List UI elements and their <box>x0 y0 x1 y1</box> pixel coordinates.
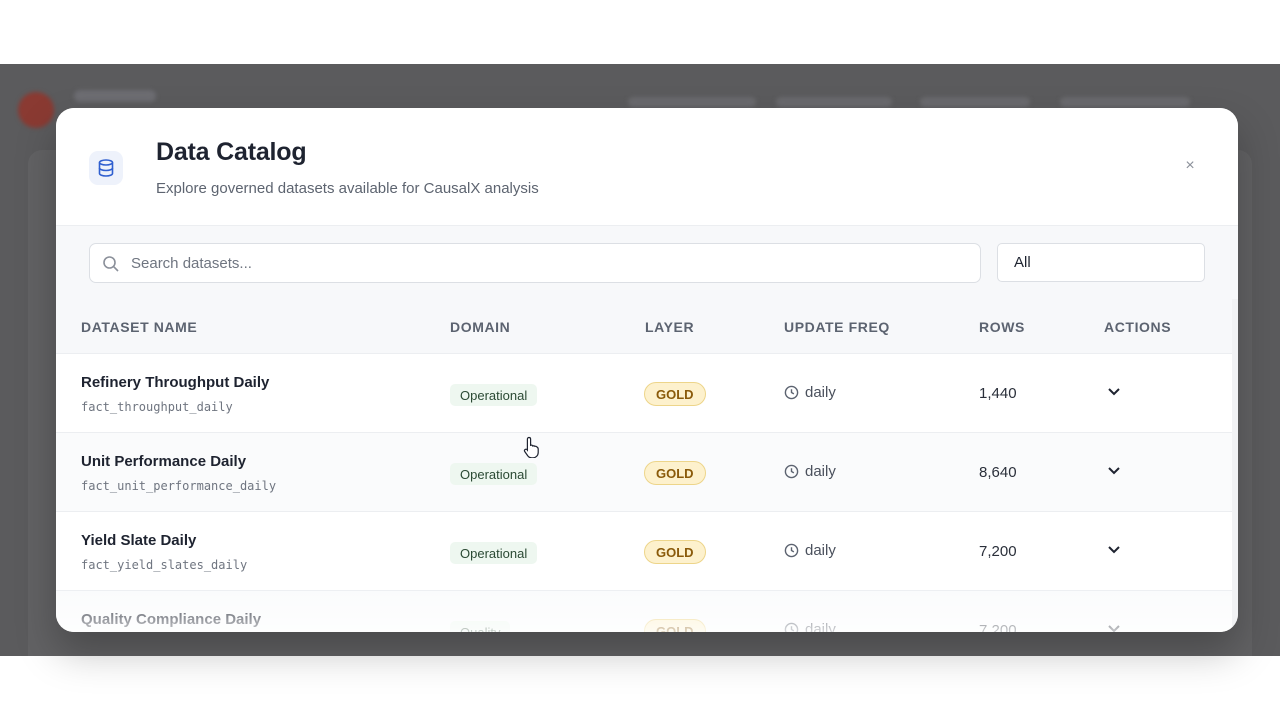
clock-icon <box>784 385 799 400</box>
dataset-table-name: fact_unit_performance_daily <box>81 479 277 493</box>
chevron-down-icon[interactable] <box>1105 382 1123 400</box>
layer-badge: GOLD <box>644 619 706 632</box>
row-count: 8,640 <box>979 464 1017 481</box>
clock-icon <box>784 543 799 558</box>
domain-filter-value: All <box>1014 254 1031 271</box>
layer-badge: GOLD <box>644 382 706 406</box>
background-nav-item <box>628 97 756 107</box>
update-frequency: daily <box>784 463 836 480</box>
column-header-layer: LAYER <box>645 319 695 335</box>
row-count: 7,200 <box>979 543 1017 560</box>
update-frequency: daily <box>784 384 836 401</box>
table-row[interactable]: Unit Performance Daily fact_unit_perform… <box>56 433 1232 512</box>
data-catalog-modal: Data Catalog Explore governed datasets a… <box>56 108 1238 632</box>
domain-badge: Operational <box>450 384 538 406</box>
update-frequency-label: daily <box>805 384 836 401</box>
update-frequency-label: daily <box>805 542 836 559</box>
clock-icon <box>784 464 799 479</box>
dataset-table-name: fact_yield_slates_daily <box>81 558 248 572</box>
domain-badge: Quality <box>450 621 511 632</box>
modal-subtitle: Explore governed datasets available for … <box>156 180 539 197</box>
update-frequency: daily <box>784 621 836 632</box>
dataset-name: Unit Performance Daily <box>81 453 247 470</box>
background-app-brand <box>74 90 156 102</box>
dataset-name: Quality Compliance Daily <box>81 611 262 628</box>
column-header-dataset-name: DATASET NAME <box>81 319 198 335</box>
close-icon: × <box>1185 157 1195 174</box>
dataset-name: Yield Slate Daily <box>81 532 197 549</box>
layer-badge: GOLD <box>644 540 706 564</box>
search-box[interactable] <box>89 243 981 283</box>
row-count: 1,440 <box>979 385 1017 402</box>
table-header: DATASET NAME DOMAIN LAYER UPDATE FREQ RO… <box>56 299 1232 354</box>
database-icon <box>89 151 123 185</box>
update-frequency-label: daily <box>805 463 836 480</box>
modal-title: Data Catalog <box>156 138 307 166</box>
update-frequency-label: daily <box>805 621 836 632</box>
hand-pointer-cursor-icon <box>523 436 539 458</box>
update-frequency: daily <box>784 542 836 559</box>
chevron-down-icon[interactable] <box>1105 619 1123 632</box>
table-scrollbar[interactable] <box>1232 299 1238 632</box>
background-nav-item <box>920 97 1030 107</box>
layer-badge: GOLD <box>644 461 706 485</box>
chevron-down-icon[interactable] <box>1105 540 1123 558</box>
domain-filter-select[interactable]: All <box>997 243 1205 282</box>
domain-badge: Operational <box>450 463 538 485</box>
table-row[interactable]: Refinery Throughput Daily fact_throughpu… <box>56 354 1232 433</box>
table-row[interactable]: Yield Slate Daily fact_yield_slates_dail… <box>56 512 1232 591</box>
row-count: 7,200 <box>979 622 1017 632</box>
column-header-update-freq: UPDATE FREQ <box>784 319 890 335</box>
background-app-logo <box>18 92 54 128</box>
dataset-table-name: fact_throughput_daily <box>81 400 233 414</box>
modal-header: Data Catalog Explore governed datasets a… <box>56 108 1238 225</box>
background-nav-item <box>1060 97 1190 107</box>
filter-bar: All <box>56 225 1238 299</box>
search-icon <box>103 256 119 272</box>
column-header-domain: DOMAIN <box>450 319 511 335</box>
clock-icon <box>784 622 799 632</box>
background-nav-item <box>776 97 892 107</box>
column-header-actions: ACTIONS <box>1104 319 1172 335</box>
close-button[interactable]: × <box>1180 156 1200 176</box>
column-header-rows: ROWS <box>979 319 1025 335</box>
search-input[interactable] <box>131 244 971 282</box>
dataset-name: Refinery Throughput Daily <box>81 374 270 391</box>
chevron-down-icon[interactable] <box>1105 461 1123 479</box>
domain-badge: Operational <box>450 542 538 564</box>
table-row[interactable]: Quality Compliance Daily Quality GOLD da… <box>56 591 1232 632</box>
